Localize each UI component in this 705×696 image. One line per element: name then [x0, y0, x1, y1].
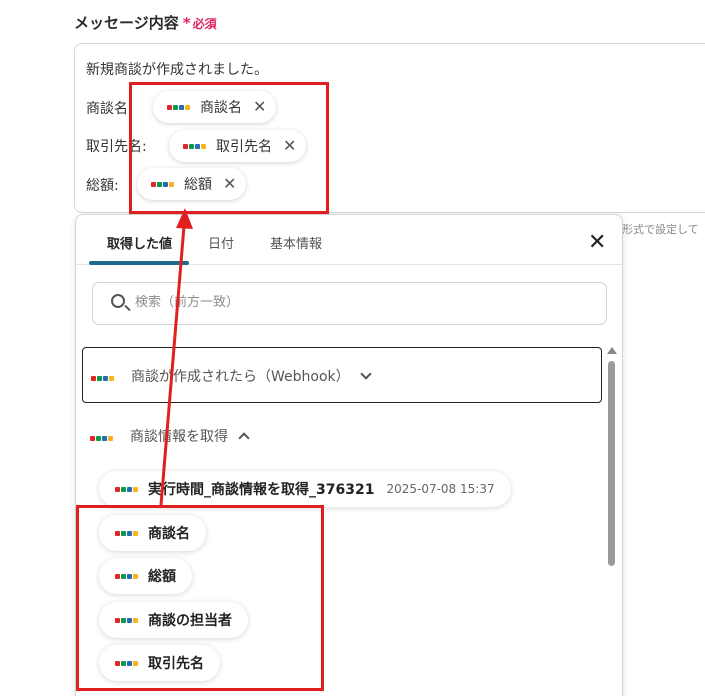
annotation-arrow	[159, 208, 193, 506]
